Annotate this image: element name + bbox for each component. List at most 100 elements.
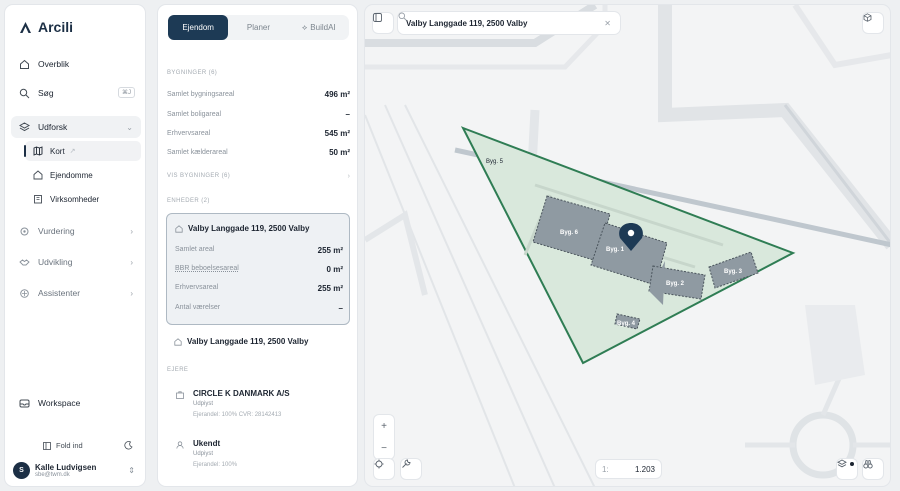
sidebar-subitem-label: Ejendomme [50,170,93,180]
map-search[interactable]: Valby Langgade 119, 2500 Valby ✕ [398,12,620,34]
unit-title: Valby Langgade 119, 2500 Valby [175,224,309,233]
shortcut-badge: ⌘J [118,87,135,98]
moon-icon[interactable] [124,441,133,450]
row-label-link[interactable]: BBR beboelsesareal [175,265,239,274]
zoom-in-button[interactable]: + [374,415,394,437]
sidebar-item-label: Udvikling [38,257,73,267]
scale-value: 1.203 [634,464,655,474]
zoom-controls: + − [374,415,394,459]
tab-buildai[interactable]: ⟡ BuildAI [289,15,349,40]
unit-row: Erhvervsareal 255 m² [175,284,343,293]
sidebar-item-label: Workspace [38,398,81,408]
chevron-right-icon: › [130,226,133,236]
scale-prefix: 1: [602,464,609,474]
sidebar-toggle-button[interactable] [373,13,393,33]
sidebar-subitem-kort[interactable]: Kort ↗ [24,141,141,161]
building-row: Samlet bygningsareal 496 m² [167,87,350,101]
sidebar-subitem-ejendomme[interactable]: Ejendomme [25,165,141,185]
inbox-icon [19,399,30,407]
section-buildings: BYGNINGER (6) [167,70,218,76]
row-label: Erhvervsareal [167,129,211,137]
building-row: Samlet kælderareal 50 m² [167,145,350,159]
sidebar-item-label: Udforsk [38,122,68,132]
chevron-down-icon: ⌄ [126,122,133,132]
user-name: Kalle Ludvigsen [35,463,97,472]
map-road [365,210,428,296]
owner-name: Ukendt [193,439,221,448]
chevron-right-icon: › [130,257,133,267]
layers-button[interactable] [837,459,857,479]
handshake-icon [19,258,30,265]
search-icon [398,12,407,21]
unit-card[interactable]: Valby Langgade 119, 2500 Valby [174,337,308,346]
building-label-3: Byg. 3 [724,269,743,275]
crosshair-icon [374,459,384,469]
sidebar: Arcili Overblik Søg ⌘J Udforsk ⌄ Kort ↗ … [4,4,146,487]
sidebar-item-udvikling[interactable]: Udvikling › [11,251,141,273]
tab-planer[interactable]: Planer [228,15,288,40]
house-icon [175,224,183,233]
map-canvas[interactable]: Byg. 5 Byg. 6 Byg. 1 Byg. 2 Byg. 3 Byg. … [365,5,891,487]
chevron-right-icon: › [347,172,350,180]
building-label-1: Byg. 1 [606,247,625,253]
sidebar-item-label: Søg [38,88,54,98]
sidebar-subitem-label: Virksomheder [50,194,100,204]
scale-indicator: 1: 1.203 [596,460,661,478]
sidebar-item-label: Vurdering [38,226,75,236]
unit-card-selected[interactable]: Valby Langgade 119, 2500 Valby Samlet ar… [166,213,350,325]
search-input[interactable]: Valby Langgade 119, 2500 Valby [406,19,527,28]
row-label: Samlet bygningsareal [167,90,235,98]
sidebar-item-vurdering[interactable]: Vurdering › [11,220,141,242]
building-icon [34,195,42,204]
property-panel: Ejendom Planer ⟡ BuildAI BYGNINGER (6) Sa… [157,4,358,487]
fold-button[interactable]: Fold ind [43,441,83,450]
sidebar-item-workspace[interactable]: Workspace [11,392,141,414]
unit-row: Antal værelser – [175,304,343,313]
building-label-6: Byg. 6 [560,230,579,236]
building-label-2: Byg. 2 [666,281,685,287]
row-value: – [345,109,350,119]
sidebar-item-overblik[interactable]: Overblik [11,53,141,75]
locate-button[interactable] [374,459,394,479]
row-value: 255 m² [317,284,343,293]
sidebar-item-label: Overblik [38,59,70,69]
brand[interactable]: Arcili [19,19,73,35]
measure-tool-button[interactable] [401,459,421,479]
sparkle-icon: ⟡ [301,22,308,32]
owner-name: CIRCLE K DANMARK A/S [193,389,290,398]
unit-row: Samlet areal 255 m² [175,246,343,255]
house-icon [33,170,43,180]
row-label: Antal værelser [175,304,221,311]
chevron-updown-icon[interactable]: ⇕ [128,466,135,475]
binoculars-button[interactable] [863,459,883,479]
cube-icon [863,13,872,22]
map-icon [33,146,43,156]
avatar: S [13,462,30,479]
user-menu[interactable]: S Kalle Ludvigsen sbe@twm.dk [13,462,96,479]
panel-tabs: Ejendom Planer ⟡ BuildAI [168,15,349,40]
house-icon [174,337,182,346]
row-value: 255 m² [317,246,343,255]
external-link-icon: ↗ [69,148,76,155]
building-row: Erhvervsareal 545 m² [167,126,350,140]
layers-icon [19,121,30,131]
row-label: Samlet kælderareal [167,148,228,156]
sidebar-subitem-virksomheder[interactable]: Virksomheder [25,189,141,209]
sidebar-collapse-icon [43,441,51,450]
sidebar-item-assistenter[interactable]: Assistenter › [11,282,141,304]
wrench-icon [402,459,411,468]
notification-dot [850,462,854,466]
building-label-4: Byg. 4 [617,321,636,327]
3d-view-button[interactable] [863,13,883,33]
logo-icon [20,21,31,33]
sidebar-item-udforsk[interactable]: Udforsk ⌄ [11,116,141,138]
row-value: – [338,304,343,313]
sidebar-item-label: Assistenter [38,288,81,298]
sidebar-item-search[interactable]: Søg ⌘J [11,82,141,104]
user-icon [176,441,184,449]
show-buildings-toggle[interactable]: VIS BYGNINGER (6) › [167,169,350,183]
tab-ejendom[interactable]: Ejendom [168,15,229,40]
map-view[interactable]: Byg. 5 Byg. 6 Byg. 1 Byg. 2 Byg. 3 Byg. … [364,4,891,487]
zoom-out-button[interactable]: − [374,437,394,459]
close-icon[interactable]: ✕ [604,19,611,28]
